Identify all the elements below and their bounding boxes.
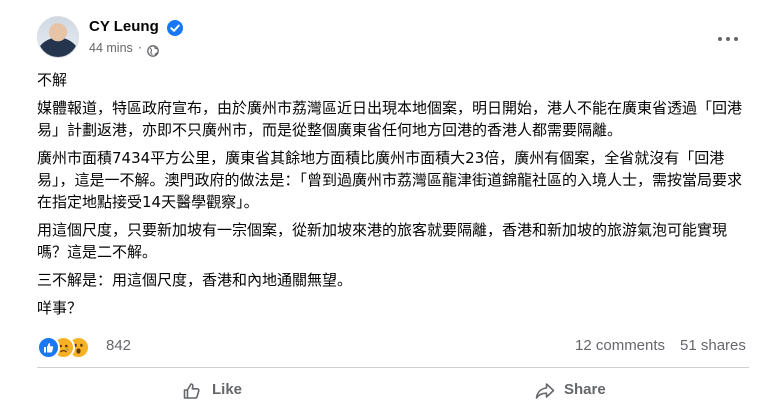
- post-header: CY Leung 44 mins ·: [0, 0, 763, 62]
- like-label: Like: [212, 381, 243, 398]
- like-reaction-icon[interactable]: [37, 336, 60, 359]
- post-paragraph: 三不解是：用這個尺度，香港和內地通關無望。: [37, 271, 353, 289]
- thumbs-up-icon: [183, 383, 200, 399]
- more-dot: [734, 37, 738, 41]
- like-button[interactable]: Like: [182, 370, 262, 410]
- author-name[interactable]: CY Leung: [89, 18, 159, 35]
- shares-count[interactable]: 51 shares: [680, 337, 746, 354]
- post-paragraph: 廣州市面積7434平方公里，廣東省其餘地方面積比廣州市面積大23倍，廣州有個案，…: [37, 149, 743, 211]
- share-button[interactable]: Share: [534, 370, 624, 410]
- post-paragraph: 不解: [37, 71, 68, 89]
- more-dot: [718, 37, 722, 41]
- share-arrow-icon: [535, 383, 555, 399]
- post-text: 不解 媒體報道，特區政府宣布，由於廣州市荔灣區近日出現本地個案，明日開始，港人不…: [37, 69, 749, 319]
- post-paragraph: 媒體報道，特區政府宣布，由於廣州市荔灣區近日出現本地個案，明日開始，港人不能在廣…: [37, 99, 743, 139]
- post-actions: Like Share: [37, 370, 749, 410]
- post-paragraph: 用這個尺度，只要新加坡有一宗個案，從新加坡來港的旅客就要隔離，香港和新加坡的旅游…: [37, 221, 728, 261]
- comments-count[interactable]: 12 comments: [575, 337, 665, 354]
- more-options-icon[interactable]: [716, 30, 744, 48]
- more-dot: [726, 37, 730, 41]
- verified-badge-icon: [167, 20, 183, 36]
- globe-icon[interactable]: [147, 42, 159, 61]
- post-paragraph: 咩事？: [37, 299, 83, 317]
- share-label: Share: [564, 381, 606, 398]
- action-divider: [37, 367, 749, 368]
- reactions-count[interactable]: 842: [106, 337, 131, 354]
- reactions-summary: 842 12 comments 51 shares: [37, 333, 749, 359]
- post-timestamp[interactable]: 44 mins: [89, 41, 133, 55]
- avatar[interactable]: [37, 16, 79, 58]
- meta-separator: ·: [138, 41, 142, 55]
